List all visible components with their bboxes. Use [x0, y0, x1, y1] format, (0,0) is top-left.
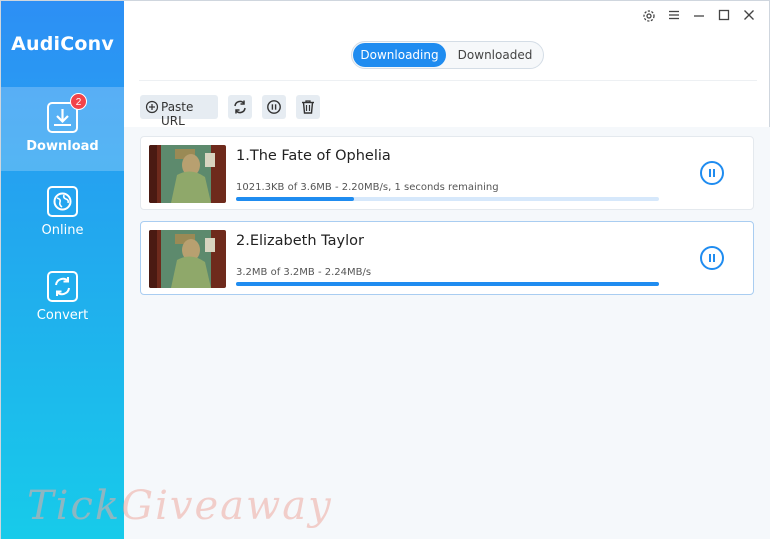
sidebar-item-online[interactable]: Online	[1, 171, 124, 255]
minimize-icon[interactable]	[691, 9, 707, 25]
pause-all-icon	[266, 99, 282, 120]
progress-bar	[236, 197, 659, 201]
download-count-badge: 2	[70, 93, 87, 110]
pause-button[interactable]	[700, 246, 724, 270]
plus-circle-icon	[145, 100, 159, 119]
sidebar-item-label: Convert	[36, 308, 89, 323]
sidebar-item-convert[interactable]: Convert	[1, 256, 124, 340]
song-title: 2.Elizabeth Taylor	[236, 233, 364, 249]
download-item[interactable]: 1.The Fate of Ophelia 1021.3KB of 3.6MB …	[140, 136, 754, 210]
download-tabs: Downloading Downloaded	[351, 41, 544, 69]
watermark-text: TickGiveaway	[27, 483, 333, 529]
close-icon[interactable]	[741, 9, 757, 25]
download-status: 3.2MB of 3.2MB - 2.24MB/s	[236, 267, 372, 278]
progress-fill	[236, 197, 355, 201]
progress-fill	[236, 282, 659, 286]
sidebar-item-label: Online	[41, 223, 84, 238]
download-item[interactable]: 2.Elizabeth Taylor 3.2MB of 3.2MB - 2.24…	[140, 221, 754, 295]
app-title: AudiConv	[11, 33, 114, 55]
menu-icon[interactable]	[666, 9, 682, 25]
refresh-button[interactable]	[228, 95, 252, 119]
maximize-icon[interactable]	[716, 9, 732, 25]
gear-icon[interactable]	[641, 9, 657, 25]
sidebar-item-label: Download	[26, 139, 99, 154]
download-status: 1021.3KB of 3.6MB - 2.20MB/s, 1 seconds …	[236, 182, 499, 193]
sidebar: AudiConv 2 Download Online Convert	[1, 1, 124, 539]
header-divider	[139, 80, 757, 81]
album-cover	[149, 230, 226, 288]
trash-icon	[300, 99, 316, 120]
progress-bar	[236, 282, 659, 286]
pause-all-button[interactable]	[262, 95, 286, 119]
refresh-icon	[232, 99, 248, 120]
tab-downloading[interactable]: Downloading	[353, 43, 446, 67]
song-title: 1.The Fate of Ophelia	[236, 148, 391, 164]
tab-downloaded[interactable]: Downloaded	[448, 43, 542, 67]
sidebar-item-download[interactable]: 2 Download	[1, 87, 124, 171]
globe-icon	[47, 186, 78, 217]
app-window: AudiConv 2 Download Online Convert Downl…	[0, 0, 770, 539]
delete-button[interactable]	[296, 95, 320, 119]
pause-button[interactable]	[700, 161, 724, 185]
paste-url-label: Paste URL	[161, 100, 194, 128]
paste-url-button[interactable]: Paste URL	[140, 95, 218, 128]
album-cover	[149, 145, 226, 203]
convert-icon	[47, 271, 78, 302]
